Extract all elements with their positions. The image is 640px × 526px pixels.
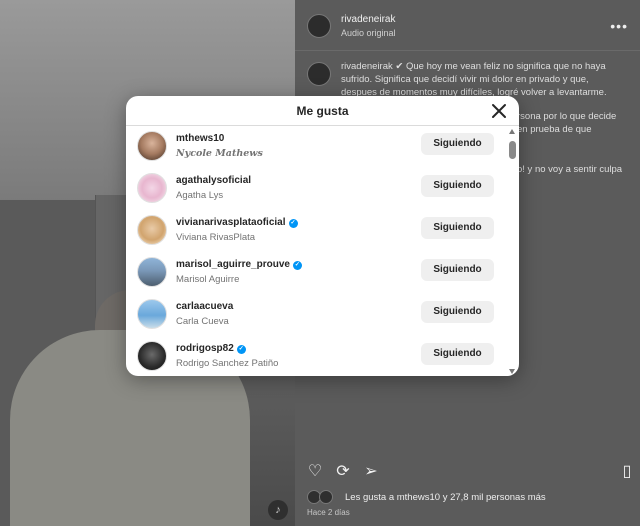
full-name: Marisol Aguirre	[176, 274, 240, 285]
post-timestamp: Hace 2 días	[307, 508, 350, 517]
following-button[interactable]: Siguiendo	[421, 133, 494, 155]
scroll-thumb[interactable]	[509, 141, 516, 159]
caption-line: rivadeneirak ✔ Que hoy me vean feliz no …	[341, 61, 606, 72]
username-with-badge[interactable]: rodrigosp82 ✓	[176, 343, 246, 354]
full-name: Carla Cueva	[176, 316, 229, 327]
bookmark-icon[interactable]: ▯	[617, 462, 637, 482]
avatar[interactable]	[137, 257, 167, 287]
username[interactable]: rodrigosp82	[176, 343, 234, 354]
likes-modal: Me gusta mthews10 Nycole Mathews Siguien…	[126, 96, 519, 376]
username[interactable]: mthews10	[176, 133, 224, 144]
avatar[interactable]	[137, 299, 167, 329]
audio-icon[interactable]: ♪	[268, 500, 288, 520]
list-item[interactable]: rodrigosp82 ✓ Rodrigo Sanchez Patiño Sigu…	[126, 337, 506, 376]
caption-tail: rsona por lo que decide en prueba de que	[517, 110, 637, 136]
verified-icon: ✓	[236, 345, 246, 354]
username-with-badge[interactable]: marisol_aguirre_prouve ✓	[176, 259, 302, 270]
full-name: Nycole Mathews	[176, 148, 263, 159]
avatar[interactable]	[137, 173, 167, 203]
list-item[interactable]: carlaacueva Carla Cueva Siguiendo	[126, 295, 506, 337]
likes-list[interactable]: mthews10 Nycole Mathews Siguiendo agatha…	[126, 127, 519, 376]
full-name: Rodrigo Sanchez Patiño	[176, 358, 279, 369]
close-icon[interactable]	[489, 101, 509, 121]
following-button[interactable]: Siguiendo	[421, 301, 494, 323]
heart-icon[interactable]: ♡	[305, 462, 325, 482]
post-audio-label[interactable]: Audio original	[341, 28, 396, 38]
caption-line: en prueba de que	[517, 124, 592, 135]
full-name: Agatha Lys	[176, 190, 224, 201]
caption-author-avatar[interactable]	[307, 62, 331, 86]
avatar[interactable]	[137, 341, 167, 371]
verified-icon: ✓	[288, 219, 298, 228]
following-button[interactable]: Siguiendo	[421, 175, 494, 197]
avatar[interactable]	[137, 215, 167, 245]
post-author-username[interactable]: rivadeneirak	[341, 14, 395, 25]
following-button[interactable]: Siguiendo	[421, 343, 494, 365]
following-button[interactable]: Siguiendo	[421, 217, 494, 239]
list-item[interactable]: agathalysoficial Agatha Lys Siguiendo	[126, 169, 506, 211]
share-icon[interactable]: ➢	[361, 462, 381, 482]
comment-icon[interactable]: ⟳	[333, 462, 353, 482]
list-scrollbar[interactable]	[508, 127, 517, 376]
following-button[interactable]: Siguiendo	[421, 259, 494, 281]
liker-avatar	[319, 490, 333, 504]
list-item[interactable]: marisol_aguirre_prouve ✓ Marisol Aguirre …	[126, 253, 506, 295]
more-icon[interactable]: •••	[610, 18, 628, 34]
verified-icon: ✓	[292, 261, 302, 270]
list-item[interactable]: mthews10 Nycole Mathews Siguiendo	[126, 127, 506, 169]
caption-line: sufrido. Significa que decidí vivir mi d…	[341, 74, 589, 85]
username[interactable]: carlaacueva	[176, 301, 233, 312]
likes-summary[interactable]: Les gusta a mthews10 y 27,8 mil personas…	[307, 490, 637, 506]
caption-line: o! y no voy a sentir culpa	[517, 164, 623, 175]
post-actions: ♡ ⟳ ➢ ▯	[305, 462, 635, 484]
modal-header: Me gusta	[126, 96, 519, 126]
list-item[interactable]: vivianarivasplataoficial ✓ Viviana RivasP…	[126, 211, 506, 253]
caption-line: rsona por lo que decide	[517, 111, 617, 122]
full-name: Viviana RivasPlata	[176, 232, 256, 243]
post-author-avatar[interactable]	[307, 14, 331, 38]
scroll-up-arrow-icon[interactable]	[509, 129, 515, 134]
post-header: rivadeneirak Audio original •••	[307, 12, 632, 42]
scroll-down-arrow-icon[interactable]	[509, 369, 515, 374]
username[interactable]: agathalysoficial	[176, 175, 251, 186]
header-divider	[295, 50, 640, 51]
modal-title: Me gusta	[296, 104, 349, 118]
username-with-badge[interactable]: vivianarivasplataoficial ✓	[176, 217, 298, 228]
caption-text: rivadeneirak ✔ Que hoy me vean feliz no …	[341, 60, 631, 99]
username[interactable]: vivianarivasplataoficial	[176, 217, 286, 228]
username[interactable]: marisol_aguirre_prouve	[176, 259, 290, 270]
likes-text[interactable]: Les gusta a mthews10 y 27,8 mil personas…	[345, 492, 546, 503]
avatar[interactable]	[137, 131, 167, 161]
